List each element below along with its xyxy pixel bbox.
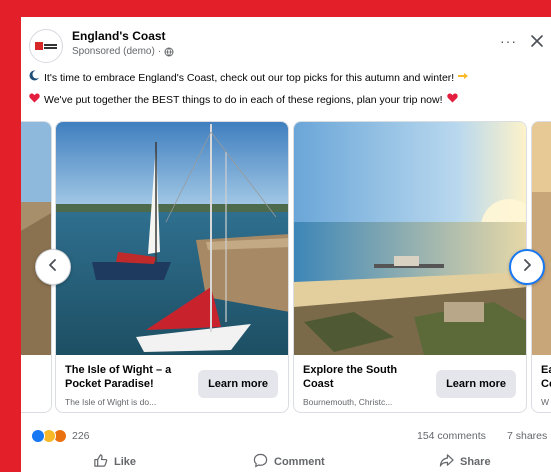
sponsored-label-row: Sponsored (demo) · (72, 46, 174, 57)
learn-more-button[interactable]: Learn more (436, 370, 516, 398)
heart-icon (29, 89, 40, 111)
post-text-line-2: We've put together the BEST things to do… (29, 89, 551, 111)
more-options-icon[interactable]: ··· (500, 34, 517, 48)
share-button[interactable]: Share (439, 449, 491, 472)
ad-carousel: re (21, 121, 551, 417)
page-avatar[interactable] (29, 29, 63, 63)
card-image (532, 122, 551, 355)
post-header: England's Coast Sponsored (demo) · ··· (29, 26, 549, 64)
card-title-line-1: Ea (541, 364, 551, 376)
card-title-line-2: Co (541, 378, 551, 390)
reaction-count: 226 (72, 430, 90, 442)
share-label: Share (460, 456, 491, 468)
comment-button[interactable]: Comment (253, 449, 325, 472)
sailboat-harbour-image (56, 122, 288, 355)
moon-icon (29, 67, 41, 89)
card-title: re (21, 363, 42, 377)
like-button[interactable]: Like (93, 449, 136, 472)
learn-more-button[interactable]: Learn more (198, 370, 278, 398)
card-title: Explore the South Coast (303, 364, 398, 390)
post-body-text: It's time to embrace England's Coast, ch… (29, 67, 551, 111)
engagement-stats: 226 154 comments 7 shares (31, 427, 551, 445)
chevron-left-icon (47, 258, 59, 276)
comment-label: Comment (274, 456, 325, 468)
like-reaction-icon (31, 429, 45, 443)
carousel-card-south-coast[interactable]: Explore the South Coast Bournemouth, Chr… (293, 121, 527, 413)
post-text-line-1: It's time to embrace England's Coast, ch… (29, 67, 551, 89)
close-icon[interactable] (529, 33, 545, 49)
comment-icon (253, 453, 268, 471)
reactions-summary[interactable]: 226 (31, 429, 90, 443)
chevron-right-icon (521, 258, 533, 276)
like-label: Like (114, 456, 137, 468)
carousel-prev-button[interactable] (35, 249, 71, 285)
card-subtitle: Bournemouth, Christc... (303, 397, 393, 407)
post-action-bar: Like Comment Share (21, 449, 551, 472)
shares-count[interactable]: 7 shares (507, 430, 547, 442)
globe-icon (164, 47, 174, 57)
sponsored-label: Sponsored (demo) (72, 46, 155, 57)
sponsored-post-card: England's Coast Sponsored (demo) · ··· I… (21, 17, 551, 472)
thumbs-up-icon (93, 453, 108, 471)
share-icon (439, 453, 454, 471)
carousel-next-button[interactable] (509, 249, 545, 285)
card-image (21, 122, 51, 355)
comments-count[interactable]: 154 comments (417, 430, 486, 442)
englands-coast-logo-icon (35, 42, 57, 50)
card-subtitle: The Isle of Wight is do... (65, 397, 157, 407)
carousel-card-isle-of-wight[interactable]: The Isle of Wight – a Pocket Paradise! T… (55, 121, 289, 413)
pier-coastline-image (294, 122, 526, 355)
card-subtitle: W (541, 397, 550, 407)
heart-icon (446, 89, 458, 111)
pointing-hand-icon (458, 67, 469, 89)
card-title: The Isle of Wight – a Pocket Paradise! (65, 364, 172, 390)
page-name[interactable]: England's Coast (72, 29, 166, 43)
